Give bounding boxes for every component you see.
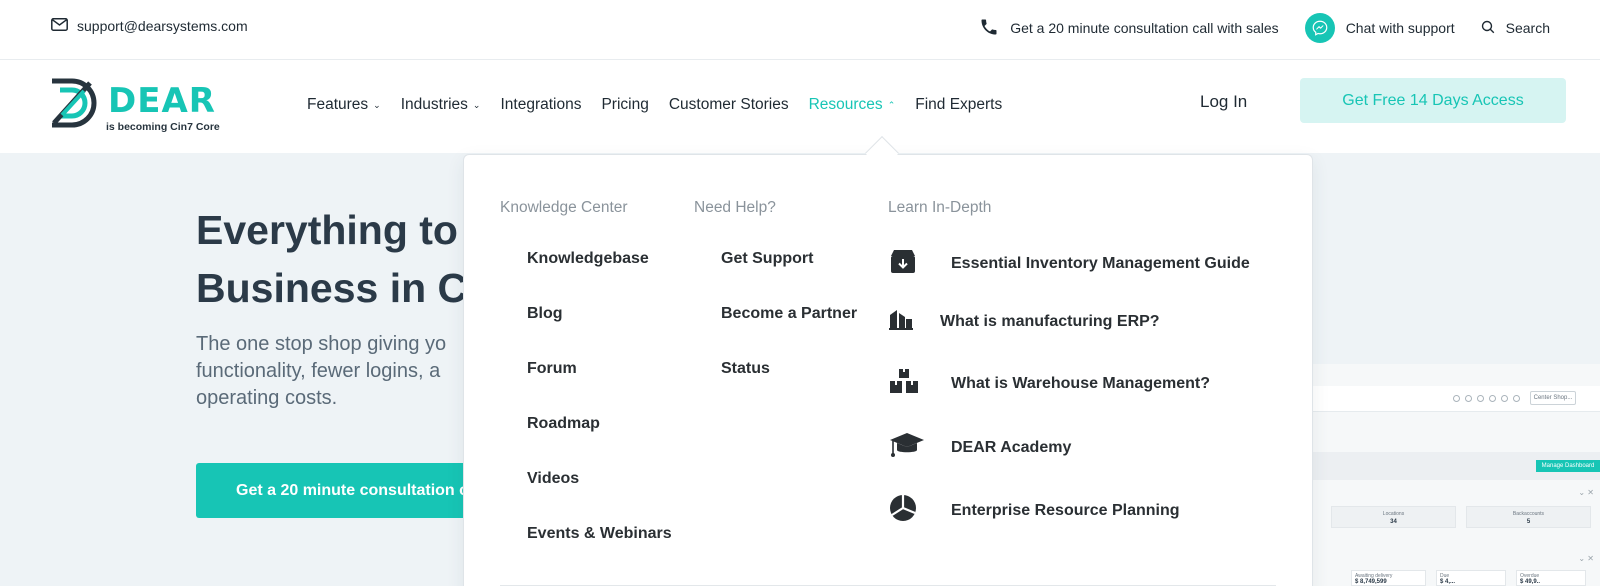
phone-icon	[979, 17, 999, 40]
need-help-heading: Need Help?	[694, 199, 776, 216]
nav-resources[interactable]: Resources ⌃	[809, 96, 896, 114]
overdue-card: Overdue $ 49,9..	[1516, 570, 1586, 586]
dashboard-location-select: Center Shop...	[1530, 391, 1576, 405]
manufacturing-erp-link[interactable]: What is manufacturing ERP?	[888, 307, 1160, 336]
card-label: Backaccounts	[1512, 511, 1545, 517]
collapse-icon: ⌄ ✕	[1578, 488, 1594, 497]
nav-features-label: Features	[307, 96, 369, 113]
pie-chart-icon	[888, 493, 951, 528]
mini-value: $ 8,749,599	[1355, 579, 1387, 585]
warehouse-management-link[interactable]: What is Warehouse Management?	[888, 367, 1210, 400]
nav-find-experts[interactable]: Find Experts	[915, 96, 1002, 114]
knowledgebase-link[interactable]: Knowledgebase	[527, 250, 649, 268]
nav-resources-label: Resources	[808, 96, 883, 113]
login-link[interactable]: Log In	[1200, 92, 1247, 112]
logo-mark-icon	[52, 78, 97, 128]
card-value: 5	[1526, 519, 1531, 525]
toolbar-dot-icon	[1465, 395, 1472, 402]
knowledge-center-heading: Knowledge Center	[500, 199, 628, 216]
nav-integrations-label: Integrations	[500, 96, 582, 113]
chat-support-link[interactable]: Chat with support	[1304, 13, 1455, 43]
inventory-guide-label: Essential Inventory Management Guide	[951, 254, 1250, 272]
card-value: 34	[1390, 519, 1397, 525]
toolbar-dot-icon	[1489, 395, 1496, 402]
warehouse-management-label: What is Warehouse Management?	[951, 374, 1210, 392]
resources-dropdown-menu: Knowledge Center Knowledgebase Blog Foru…	[463, 154, 1313, 586]
chevron-down-icon: ⌄	[472, 99, 481, 110]
chevron-up-icon: ⌃	[887, 99, 896, 110]
support-email-text: support@dearsystems.com	[77, 18, 248, 34]
top-utility-bar: support@dearsystems.com Get a 20 minute …	[0, 0, 1600, 60]
nav-pricing-label: Pricing	[601, 96, 649, 113]
chevron-down-icon: ⌄	[373, 99, 381, 110]
dear-academy-label: DEAR Academy	[951, 438, 1072, 456]
call-sales-link[interactable]: Get a 20 minute consultation call with s…	[979, 17, 1279, 40]
chat-support-text: Chat with support	[1345, 20, 1455, 36]
manage-dashboard-button: Manage Dashboard	[1536, 460, 1600, 472]
call-sales-text: Get a 20 minute consultation call with s…	[1010, 20, 1279, 36]
toolbar-dot-icon	[1453, 395, 1460, 402]
hero-title: Everything to Business in C	[196, 201, 467, 317]
nav-features[interactable]: Features ⌄	[307, 96, 381, 114]
logo-tagline: is becoming Cin7 Core	[106, 121, 220, 133]
search-link[interactable]: Search	[1481, 20, 1550, 37]
dear-logo[interactable]: DEAR is becoming Cin7 Core	[50, 77, 230, 137]
mail-icon	[51, 18, 68, 34]
stacked-boxes-icon	[888, 367, 951, 400]
nav-customer-stories[interactable]: Customer Stories	[669, 96, 789, 114]
toolbar-dot-icon	[1477, 395, 1484, 402]
hero-title-line1: Everything to	[196, 207, 458, 253]
nav-industries[interactable]: Industries ⌄	[401, 96, 481, 114]
awaiting-delivery-card: Awaiting delivery $ 8,749,599	[1351, 570, 1426, 586]
learn-in-depth-heading: Learn In-Depth	[888, 199, 992, 216]
support-email-link[interactable]: support@dearsystems.com	[51, 18, 248, 34]
primary-menu: Features ⌄ Industries ⌄ Integrations Pri…	[307, 96, 1002, 114]
due-card: Due $ 4,...	[1436, 570, 1506, 586]
nav-industries-label: Industries	[400, 96, 468, 113]
hero-consultation-button[interactable]: Get a 20 minute consultation c	[196, 463, 486, 518]
free-trial-button[interactable]: Get Free 14 Days Access	[1300, 78, 1566, 123]
factory-icon	[888, 307, 940, 336]
inventory-guide-link[interactable]: Essential Inventory Management Guide	[888, 247, 1250, 280]
card-label: Locations	[1382, 511, 1405, 517]
blog-link[interactable]: Blog	[527, 305, 563, 323]
roadmap-link[interactable]: Roadmap	[527, 415, 600, 433]
logo-wordmark: DEAR	[108, 81, 216, 121]
dashboard-preview-image: Center Shop... Manage Dashboard ⌄ ✕ Loca…	[1310, 364, 1600, 586]
erp-link[interactable]: Enterprise Resource Planning	[888, 493, 1180, 528]
get-support-link[interactable]: Get Support	[721, 250, 813, 268]
search-icon	[1481, 20, 1495, 37]
graduation-cap-icon	[888, 430, 951, 465]
toolbar-dot-icon	[1501, 395, 1508, 402]
videos-link[interactable]: Videos	[527, 470, 579, 488]
hero-title-line2: Business in C	[196, 265, 468, 311]
hero-subtitle: The one stop shop giving yo functionalit…	[196, 333, 447, 409]
forum-link[interactable]: Forum	[527, 360, 577, 378]
events-webinars-link[interactable]: Events & Webinars	[527, 525, 672, 543]
nav-find-experts-label: Find Experts	[915, 96, 1003, 113]
messenger-icon	[1304, 13, 1335, 43]
nav-customer-stories-label: Customer Stories	[668, 96, 789, 113]
manufacturing-erp-label: What is manufacturing ERP?	[940, 312, 1160, 330]
erp-label: Enterprise Resource Planning	[951, 501, 1180, 519]
nav-integrations[interactable]: Integrations	[500, 96, 581, 114]
mini-value: $ 49,9..	[1520, 579, 1541, 585]
status-link[interactable]: Status	[721, 360, 770, 378]
search-text: Search	[1505, 20, 1550, 36]
main-navigation: DEAR is becoming Cin7 Core Features ⌄ In…	[0, 60, 1600, 153]
archive-box-icon	[888, 247, 951, 280]
nav-pricing[interactable]: Pricing	[601, 96, 648, 114]
become-partner-link[interactable]: Become a Partner	[721, 305, 857, 323]
collapse-icon: ⌄ ✕	[1578, 554, 1594, 563]
toolbar-dot-icon	[1513, 395, 1520, 402]
mini-value: $ 4,...	[1440, 579, 1456, 585]
locations-card: Locations 34	[1331, 506, 1456, 528]
dear-academy-link[interactable]: DEAR Academy	[888, 430, 1071, 465]
backaccounts-card: Backaccounts 5	[1466, 506, 1591, 528]
